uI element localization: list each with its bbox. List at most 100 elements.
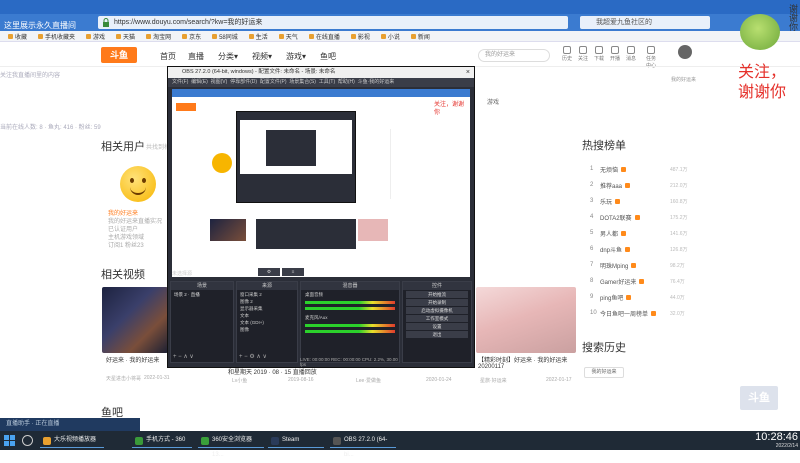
taskbar-app[interactable]: 360安全浏览器 13... <box>198 433 264 458</box>
douyu-logo[interactable]: 斗鱼 <box>101 47 137 63</box>
obs-selected-source: 未选择源 <box>172 271 193 277</box>
live-icon[interactable]: 开播 <box>608 46 622 62</box>
bookmark-item[interactable]: 58同城 <box>212 32 238 41</box>
video-title[interactable]: 和星期天 2019 · 08 · 15 直播回放 <box>228 367 317 376</box>
nav-game[interactable]: 游戏▾ <box>286 51 306 62</box>
hot-search-item[interactable]: 7 明珠Mping 98.2万 <box>590 260 690 270</box>
bookmark-item[interactable]: 游戏 <box>86 32 105 41</box>
obs-menu-item[interactable]: 视图(V) <box>211 79 228 85</box>
bookmark-item[interactable]: 手机收藏夹 <box>38 32 75 41</box>
settings-button[interactable]: 设置 <box>406 323 468 330</box>
video-title[interactable]: 【精彩时刻】好运来 · 我的好运来 20200117 <box>478 355 574 370</box>
search-history-chip[interactable]: 我的好运来 <box>584 367 624 378</box>
url-input[interactable]: https://www.douyu.com/search/?kw=我的好运来 <box>98 16 568 29</box>
video-thumbnail[interactable] <box>476 287 576 353</box>
obs-menu-item[interactable]: 编辑(E) <box>191 79 208 85</box>
nav-category[interactable]: 分类▾ <box>218 51 238 62</box>
bookmark-item[interactable]: 新闻 <box>410 32 430 41</box>
history-icon[interactable]: 历史 <box>560 46 574 62</box>
hot-search-item[interactable]: 3 乐玩 160.8万 <box>590 196 690 206</box>
follow-icon[interactable]: 关注 <box>576 46 590 62</box>
exit-button[interactable]: 退出 <box>406 331 468 338</box>
hot-search-item[interactable]: 1 无烦恼 487.1万 <box>590 164 690 174</box>
preview-avatar <box>212 153 232 173</box>
all-results-link[interactable]: 我的好运来 <box>671 76 696 83</box>
virtual-camera-button[interactable]: 启动虚拟摄像机 <box>406 307 468 314</box>
hot-search-item[interactable]: 6 dnp斗鱼 126.8万 <box>590 244 690 254</box>
hot-badge-icon <box>634 214 640 220</box>
browser-address-bar: https://www.douyu.com/search/?kw=我的好运来 我… <box>0 14 800 31</box>
steam-icon <box>271 437 279 445</box>
obs-source-controls[interactable]: + − ⚙ ∧ ∨ <box>239 353 267 360</box>
obs-source-item[interactable]: 文本 <box>240 312 294 319</box>
obs-menu-item[interactable]: 帮助(H) <box>338 79 355 85</box>
obs-filters-button[interactable]: ≡ <box>282 268 304 276</box>
bookmark-item[interactable]: 京东 <box>182 32 201 41</box>
obs-menu-item[interactable]: 场景集合(S) <box>289 79 316 85</box>
obs-menu-item[interactable]: 工具(T) <box>319 79 335 85</box>
bookmark-item[interactable]: 淘宝网 <box>146 32 171 41</box>
bookmark-item[interactable]: 天气 <box>278 32 298 41</box>
obs-menu-item[interactable]: 配置文件(P) <box>260 79 287 85</box>
hot-badge-icon <box>631 262 637 268</box>
nav-home[interactable]: 首页 <box>160 51 176 62</box>
message-icon[interactable]: 消息 <box>624 46 638 62</box>
tag-label[interactable]: 游戏 <box>487 97 499 106</box>
obs-menu-item[interactable]: 文件(F) <box>172 79 188 85</box>
taskbar-app[interactable]: 大乐视频播放器 <box>40 433 104 448</box>
obs-properties-button[interactable]: ⚙ <box>258 268 280 276</box>
taskbar-app[interactable]: OBS 27.2.0 (64-bi... <box>330 433 396 458</box>
hot-rank: 1 <box>590 166 594 172</box>
obs-preview-canvas[interactable]: 关注，谢谢你 <box>172 89 470 277</box>
start-stream-button[interactable]: 开始推流 <box>406 291 468 298</box>
obs-mixer-track: 麦克风/Aux <box>305 315 328 320</box>
nav-live[interactable]: 直播 <box>188 51 204 62</box>
obs-source-item[interactable]: 显示器采集 <box>240 305 294 312</box>
video-thumbnail[interactable] <box>102 287 168 353</box>
video-date: 2022-01-31 <box>144 375 170 381</box>
browser-search-box[interactable]: 我超爱九鱼社区的 <box>580 16 710 29</box>
bookmark-item[interactable]: 收藏 <box>8 32 27 41</box>
nav-video[interactable]: 视频▾ <box>252 51 272 62</box>
close-icon[interactable]: × <box>466 67 470 78</box>
obs-source-item[interactable]: 图像 2 <box>240 298 294 305</box>
bookmark-icon <box>116 34 122 40</box>
site-search-input[interactable]: 我的好运来 <box>478 49 550 62</box>
taskbar-app[interactable]: Steam <box>268 433 324 448</box>
related-videos-title: 相关视频 <box>101 269 145 281</box>
bookmark-item[interactable]: 生活 <box>248 32 268 41</box>
nav-fishbar[interactable]: 鱼吧 <box>320 51 336 62</box>
windows-start-icon[interactable] <box>4 435 15 446</box>
bookmark-item[interactable]: 天猫 <box>116 32 135 41</box>
obs-menu-item[interactable]: 斗鱼·我的好运来 <box>358 79 395 85</box>
video-author: Lv小鱼 <box>232 378 248 384</box>
studio-mode-button[interactable]: 工作室模式 <box>406 315 468 322</box>
user-avatar[interactable] <box>120 166 156 202</box>
preview-obs-window <box>236 111 356 203</box>
obs-menu-item[interactable]: 停靠部件(D) <box>230 79 257 85</box>
start-recording-button[interactable]: 开始录制 <box>406 299 468 306</box>
taskbar-app[interactable]: 手机方式 - 360 <box>132 433 192 448</box>
bookmark-icon <box>350 34 356 40</box>
hot-search-item[interactable]: 4 DOTA2联赛 175.2万 <box>590 212 690 222</box>
obs-source-item[interactable]: 窗口采集 2 <box>240 291 294 298</box>
taskbar-clock[interactable]: 10:28:46 <box>742 432 798 443</box>
hot-search-item[interactable]: 2 推荐aaa 212.0万 <box>590 180 690 190</box>
audio-meter <box>305 307 395 310</box>
obs-source-item[interactable]: 图像 <box>240 326 294 333</box>
hot-search-item[interactable]: 10 今日鱼吧一周榜单 32.0万 <box>590 308 690 318</box>
search-icon[interactable] <box>22 435 33 446</box>
bookmark-item[interactable]: 小说 <box>380 32 400 41</box>
video-title[interactable]: 好运来 · 我的好运来 <box>106 355 159 364</box>
hot-search-item[interactable]: 5 男人都 141.6万 <box>590 228 690 238</box>
download-icon[interactable]: 下载 <box>592 46 606 62</box>
bookmark-item[interactable]: 影视 <box>350 32 370 41</box>
mascot-image <box>740 14 780 50</box>
bookmark-item[interactable]: 在线直播 <box>308 32 340 41</box>
obs-scene-controls[interactable]: + − ∧ ∨ <box>173 353 194 360</box>
avatar[interactable] <box>678 45 692 59</box>
obs-scene-item[interactable]: 场景 2 · 直播 <box>171 290 233 300</box>
obs-source-item[interactable]: 文本 (GDI+) <box>240 319 294 326</box>
hot-search-item[interactable]: 9 ping鱼吧 44.0万 <box>590 292 690 302</box>
hot-search-item[interactable]: 8 Gamer好运来 76.4万 <box>590 276 690 286</box>
